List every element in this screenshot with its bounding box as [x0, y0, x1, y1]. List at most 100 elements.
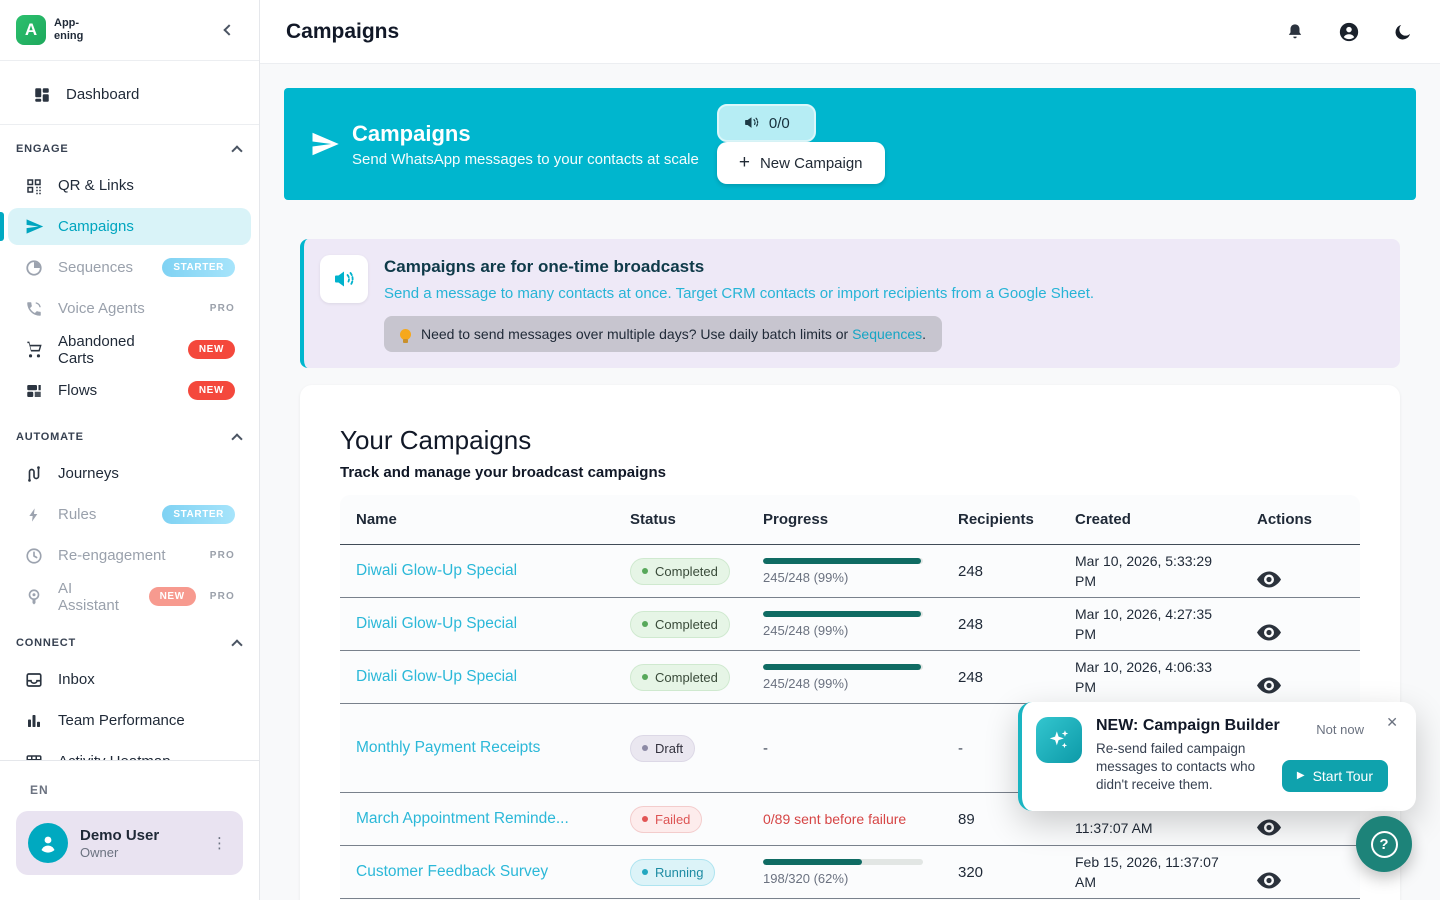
sidebar-item-ai-assistant[interactable]: AI Assistant NEW PRO	[8, 578, 251, 615]
col-header-name: Name	[340, 511, 630, 528]
chevron-up-icon	[231, 433, 242, 444]
table-header-row: Name Status Progress Recipients Created …	[340, 495, 1360, 545]
sidebar-collapse-button[interactable]	[215, 15, 243, 45]
user-menu-button[interactable]: ⋮	[206, 830, 233, 856]
broadcast-info-box: Campaigns are for one-time broadcasts Se…	[300, 239, 1400, 368]
progress-cell: 245/248 (99%)	[763, 611, 958, 638]
cart-icon	[24, 340, 44, 360]
sidebar-item-qr-links[interactable]: QR & Links	[8, 167, 251, 204]
col-header-recipients: Recipients	[958, 511, 1075, 528]
hero-subtitle: Send WhatsApp messages to your contacts …	[352, 151, 699, 168]
chevron-up-icon	[231, 639, 242, 650]
campaign-name-link[interactable]: Customer Feedback Survey	[356, 863, 548, 880]
sidebar-item-label: Sequences	[58, 259, 133, 276]
sidebar-item-voice-agents[interactable]: Voice Agents PRO	[8, 290, 251, 327]
status-badge: Failed	[630, 806, 702, 833]
user-card[interactable]: Demo User Owner ⋮	[16, 811, 243, 875]
sidebar-item-sequences[interactable]: Sequences STARTER	[8, 249, 251, 286]
pro-tag: PRO	[210, 550, 235, 561]
flows-icon	[24, 381, 44, 401]
help-button[interactable]: ?	[1356, 816, 1412, 872]
sidebar-item-label: Voice Agents	[58, 300, 145, 317]
info-body: Send a message to many contacts at once.…	[384, 285, 1094, 302]
col-header-status: Status	[630, 511, 763, 528]
sidebar-item-label: Dashboard	[66, 86, 139, 103]
notifications-bell-icon[interactable]	[1284, 21, 1306, 43]
sequences-link[interactable]: Sequences	[852, 326, 922, 342]
dashboard-group: Dashboard	[0, 65, 259, 125]
plus-icon: +	[739, 152, 750, 174]
sidebar-item-label: Team Performance	[58, 712, 185, 729]
recipients-cell: 248	[958, 669, 1075, 686]
language-selector[interactable]: EN	[16, 775, 243, 811]
new-campaign-button[interactable]: + New Campaign	[717, 142, 885, 184]
section-connect[interactable]: CONNECT	[0, 619, 259, 657]
sidebar-item-abandoned-carts[interactable]: Abandoned Carts NEW	[8, 331, 251, 368]
campaigns-hero-banner: Campaigns Send WhatsApp messages to your…	[284, 88, 1416, 200]
progress-bar	[763, 611, 921, 617]
pro-tag: PRO	[210, 303, 235, 314]
sidebar-item-label: Abandoned Carts	[58, 333, 174, 367]
section-automate[interactable]: AUTOMATE	[0, 413, 259, 451]
close-icon[interactable]: ✕	[1386, 714, 1398, 731]
account-icon[interactable]	[1338, 21, 1360, 43]
sidebar-item-flows[interactable]: Flows NEW	[8, 372, 251, 409]
created-cell: Mar 10, 2026, 4:06:33 PM	[1075, 657, 1257, 697]
dashboard-icon	[32, 85, 52, 105]
page-title: Campaigns	[286, 20, 399, 44]
not-now-button[interactable]: Not now	[1316, 722, 1364, 737]
view-eye-icon[interactable]	[1257, 677, 1360, 694]
campaign-name-link[interactable]: March Appointment Reminde...	[356, 810, 569, 827]
sidebar-item-activity-heatmap[interactable]: Activity Heatmap	[8, 743, 251, 760]
view-eye-icon[interactable]	[1257, 872, 1360, 889]
sidebar-nav: Dashboard ENGAGE QR & Links Campaigns	[0, 61, 259, 760]
recipients-cell: 89	[958, 811, 1075, 828]
user-role: Owner	[80, 845, 159, 860]
sidebar-item-campaigns[interactable]: Campaigns	[8, 208, 251, 245]
recipients-cell: 320	[958, 864, 1075, 881]
toast-body: Re-send failed campaign messages to cont…	[1096, 740, 1274, 795]
campaign-name-link[interactable]: Diwali Glow-Up Special	[356, 615, 517, 632]
send-icon	[24, 217, 44, 237]
view-eye-icon[interactable]	[1257, 624, 1360, 641]
table-row: Diwali Glow-Up Special Completed 245/248…	[340, 651, 1360, 704]
status-badge: Completed	[630, 558, 730, 585]
col-header-actions: Actions	[1257, 511, 1360, 528]
megaphone-icon	[743, 114, 761, 132]
question-mark-icon: ?	[1371, 831, 1398, 858]
progress-cell: 245/248 (99%)	[763, 664, 958, 691]
campaign-name-link[interactable]: Monthly Payment Receipts	[356, 739, 540, 756]
sidebar-item-dashboard[interactable]: Dashboard	[16, 76, 243, 113]
brand-name: App- ening	[54, 17, 83, 42]
starter-badge: STARTER	[162, 505, 235, 524]
sidebar-item-inbox[interactable]: Inbox	[8, 661, 251, 698]
sidebar-item-journeys[interactable]: Journeys	[8, 455, 251, 492]
created-cell: Mar 10, 2026, 4:27:35 PM	[1075, 604, 1257, 644]
journeys-icon	[24, 464, 44, 484]
section-engage[interactable]: ENGAGE	[0, 125, 259, 163]
status-badge: Draft	[630, 735, 695, 762]
sidebar-item-label: AI Assistant	[58, 580, 125, 614]
phone-icon	[24, 299, 44, 319]
campaign-name-link[interactable]: Diwali Glow-Up Special	[356, 668, 517, 685]
created-cell: Mar 10, 2026, 5:33:29 PM	[1075, 551, 1257, 591]
sidebar-item-team-performance[interactable]: Team Performance	[8, 702, 251, 739]
view-eye-icon[interactable]	[1257, 819, 1360, 836]
chevron-up-icon	[231, 145, 242, 156]
campaign-counter-chip[interactable]: 0/0	[717, 104, 816, 142]
campaign-name-link[interactable]: Diwali Glow-Up Special	[356, 562, 517, 579]
sidebar-item-label: Campaigns	[58, 218, 134, 235]
brand-logo: A App- ening	[16, 15, 83, 45]
sidebar-item-reengagement[interactable]: Re-engagement PRO	[8, 537, 251, 574]
sidebar-item-label: Activity Heatmap	[58, 753, 171, 760]
play-icon: ▶	[1297, 770, 1305, 781]
sidebar-item-rules[interactable]: Rules STARTER	[8, 496, 251, 533]
view-eye-icon[interactable]	[1257, 571, 1360, 588]
hero-title: Campaigns	[352, 121, 699, 147]
send-icon	[310, 129, 340, 159]
new-badge: NEW	[188, 381, 235, 400]
start-tour-button[interactable]: ▶ Start Tour	[1282, 760, 1388, 792]
your-campaigns-card: Your Campaigns Track and manage your bro…	[300, 385, 1400, 900]
dark-mode-moon-icon[interactable]	[1392, 21, 1414, 43]
status-badge: Completed	[630, 611, 730, 638]
